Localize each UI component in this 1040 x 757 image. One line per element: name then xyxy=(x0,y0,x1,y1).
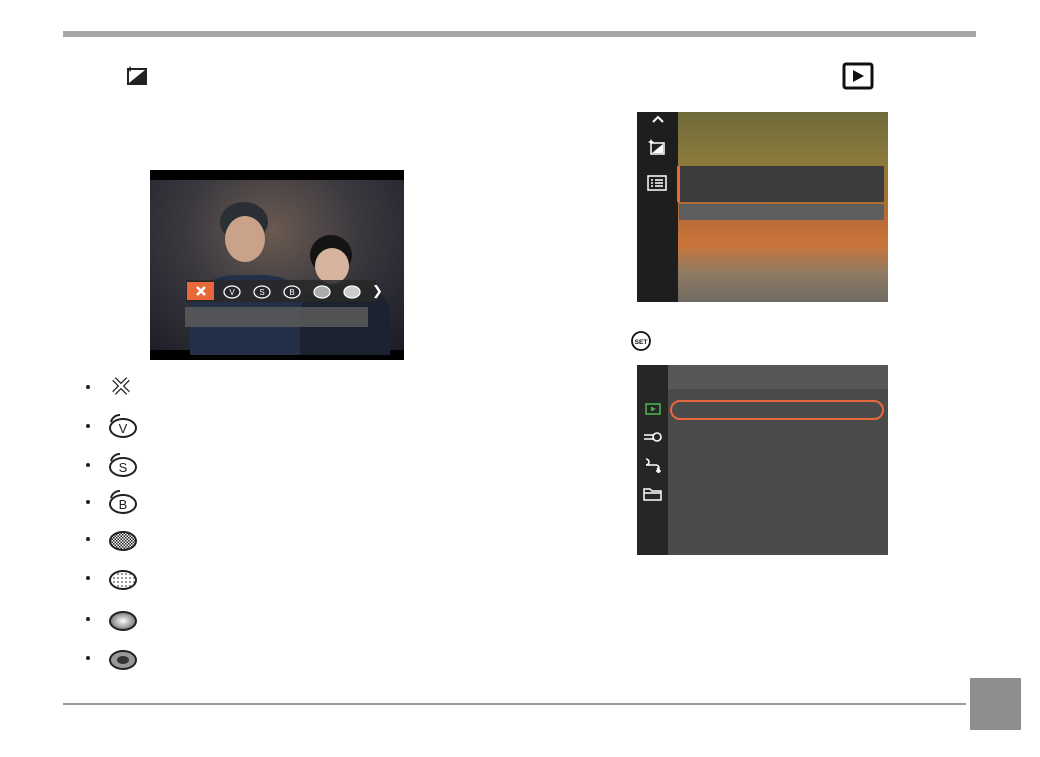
list-item xyxy=(86,563,138,593)
wrench-icon[interactable] xyxy=(643,431,663,443)
bottom-rule xyxy=(63,703,966,705)
set-button-icon: SET xyxy=(631,331,651,351)
camera-menu-playback xyxy=(637,365,888,555)
retouch-b-icon: B xyxy=(109,489,137,514)
svg-text:SET: SET xyxy=(635,339,648,346)
menu-header xyxy=(668,365,888,389)
menu-sub-row xyxy=(679,204,884,220)
bullet xyxy=(86,537,90,541)
svg-text:S: S xyxy=(259,288,264,297)
camera-preview-photo: V S B ❯ xyxy=(150,170,404,360)
svg-text:B: B xyxy=(289,288,294,297)
top-rule xyxy=(63,31,976,37)
camera-menu-retouch xyxy=(637,112,888,302)
bullet xyxy=(86,424,90,428)
off-x-button[interactable] xyxy=(187,282,214,300)
menu-highlight-accent xyxy=(677,166,680,202)
off-x-icon xyxy=(112,377,130,395)
list-item: S xyxy=(86,450,138,480)
list-item xyxy=(86,372,138,402)
retouch-s-icon: S xyxy=(252,285,271,299)
bullet xyxy=(86,500,90,504)
svg-text:V: V xyxy=(229,288,235,297)
list-item: B xyxy=(86,487,138,517)
list-icon[interactable] xyxy=(647,175,667,191)
menu-sidebar xyxy=(637,112,678,302)
list-item xyxy=(86,643,138,673)
retouch-b-icon: B xyxy=(282,285,301,299)
retouch-checker-icon xyxy=(109,531,137,551)
retouch-s-icon: S xyxy=(109,452,137,477)
retouch-v-icon: V xyxy=(222,285,241,299)
chevron-right-icon[interactable]: ❯ xyxy=(372,282,383,300)
bullet xyxy=(86,385,90,389)
list-item: V xyxy=(86,411,138,441)
retouch-icon xyxy=(127,66,147,85)
bullet xyxy=(86,617,90,621)
connection-icon[interactable] xyxy=(643,457,663,473)
retouch-center-icon xyxy=(109,650,137,670)
retouch-dots-icon xyxy=(342,285,361,299)
retouch-dots-button[interactable] xyxy=(337,282,364,300)
page-number-tab xyxy=(970,678,1021,730)
retouch-b-button[interactable]: B xyxy=(277,282,304,300)
bullet xyxy=(86,463,90,467)
svg-text:S: S xyxy=(119,460,128,475)
list-item xyxy=(86,524,138,554)
svg-text:V: V xyxy=(119,421,128,436)
playback-icon xyxy=(842,62,874,90)
menu-sidebar xyxy=(637,365,668,555)
menu-highlight-row[interactable] xyxy=(677,166,884,202)
menu-selected-item[interactable] xyxy=(670,400,884,420)
retouch-grid-button[interactable] xyxy=(307,282,334,300)
retouch-grid-icon xyxy=(312,285,331,299)
list-item xyxy=(86,604,138,634)
retouch-effects-bar: V S B ❯ xyxy=(186,280,383,302)
bullet xyxy=(86,576,90,580)
playback-icon[interactable] xyxy=(645,403,661,415)
retouch-v-icon: V xyxy=(109,413,137,438)
chevron-up-icon[interactable] xyxy=(651,114,665,124)
effect-name-bar xyxy=(185,307,368,327)
retouch-gradient-icon xyxy=(109,611,137,631)
bullet xyxy=(86,656,90,660)
svg-text:B: B xyxy=(119,497,128,512)
retouch-s-button[interactable]: S xyxy=(247,282,274,300)
retouch-dots-icon xyxy=(109,570,137,590)
folder-icon[interactable] xyxy=(643,487,663,501)
retouch-icon[interactable] xyxy=(648,139,666,155)
off-x-icon xyxy=(195,286,206,296)
retouch-v-button[interactable]: V xyxy=(217,282,244,300)
